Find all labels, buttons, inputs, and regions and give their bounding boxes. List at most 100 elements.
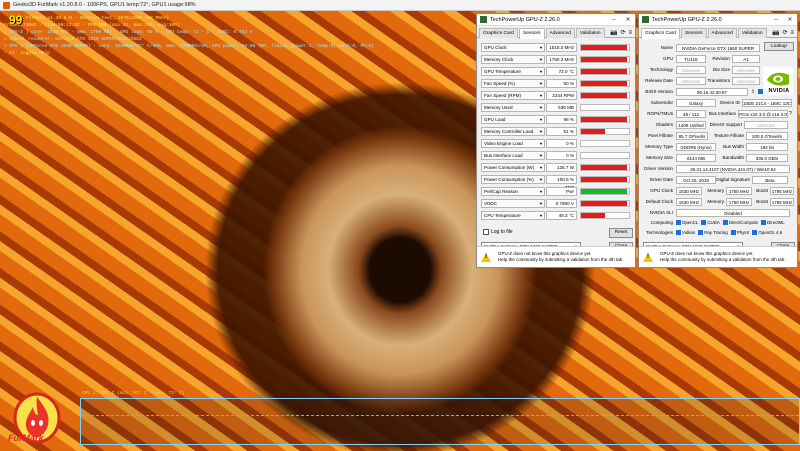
sensor-name[interactable]: Fan Speed (%) ▼ [481, 78, 545, 88]
chevron-down-icon: ▼ [539, 152, 543, 158]
camera-icon[interactable]: 📷 [772, 29, 779, 36]
chevron-down-icon: ▼ [539, 92, 543, 98]
digital-signature-label: Digital Signature [716, 177, 750, 182]
menu-icon[interactable]: ≡ [790, 30, 794, 36]
warning-icon [643, 252, 653, 262]
opengl-label: OpenGL 4.6 [758, 230, 783, 235]
info-line: > GPU 1 (GeForce GTX 1660 SUPER) - core:… [4, 44, 374, 49]
gpu-name-value: NVIDIA GeForce GTX 1660 SUPER [676, 43, 760, 52]
info-line: > OpenGL renderer: GeForce GTX 1660 SUPE… [4, 37, 142, 42]
memory-type-value: GDDR6 (Hynix) [676, 142, 716, 151]
directx-value: Unknown [744, 120, 788, 129]
sensor-row: CPU Temperature ▼ 49.3 °C [481, 210, 631, 220]
sensor-graph [580, 139, 630, 147]
sensor-row: Fan Speed (RPM) ▼ 2244 RPM [481, 90, 631, 100]
checkbox-box[interactable] [483, 229, 489, 235]
memory-size-value: 6144 MB [676, 153, 716, 162]
device-id-value: 10DE 21C4 - 1B4C 13C9 [742, 98, 792, 107]
share-icon[interactable]: ⇪ [751, 89, 755, 95]
directcompute-label: DirectCompute [728, 220, 759, 225]
sensor-graph [580, 103, 630, 111]
sensor-graph [580, 211, 630, 219]
sensor-name[interactable]: Video Engine Load ▼ [481, 138, 545, 148]
sensor-name[interactable]: GPU Load ▼ [481, 114, 545, 124]
sensor-name[interactable]: Memory Controller Load ▼ [481, 126, 545, 136]
sensor-value: 98 % [546, 114, 577, 124]
sensor-name[interactable]: Memory Used ▼ [481, 102, 545, 112]
sensor-graph [580, 199, 630, 207]
cuda-checkbox [701, 220, 707, 225]
tab-graphics-card[interactable]: Graphics Card [641, 28, 680, 39]
close-icon[interactable]: ✕ [783, 16, 797, 23]
chevron-down-icon: ▼ [539, 44, 543, 50]
reset-button[interactable]: Reset [609, 228, 633, 238]
die-size-label: Die Size [712, 67, 730, 72]
sensor-row: Memory Controller Load ▼ 51 % [481, 126, 631, 136]
device-warning: GPU-Z does not know this graphics device… [477, 246, 635, 267]
tab-sensors[interactable]: Sensors [680, 28, 707, 38]
lookup-button[interactable]: Lookup [764, 42, 794, 51]
tab-advanced[interactable]: Advanced [707, 28, 737, 38]
sensor-graph [580, 163, 630, 171]
sensor-name[interactable]: GPU Clock ▼ [481, 42, 545, 52]
nvidia-logo-text: NVIDIA [768, 88, 790, 94]
digital-signature-value: Beta [752, 175, 788, 184]
sensor-graph-fill [581, 212, 605, 218]
sensor-graph [580, 115, 630, 123]
sensor-value: 51 % [546, 126, 577, 136]
sensor-name[interactable]: Memory Clock ▼ [481, 54, 545, 64]
tab-graphics-card[interactable]: Graphics Card [479, 28, 518, 38]
sensor-graph-fill [581, 188, 627, 194]
refresh-icon[interactable]: ⟳ [782, 29, 787, 36]
ray-tracing-checkbox [698, 230, 704, 235]
driver-date-label: Driver Date [649, 177, 673, 182]
close-icon[interactable]: ✕ [621, 16, 635, 23]
sensor-name[interactable]: Fan Speed (RPM) ▼ [481, 90, 545, 100]
sensor-name[interactable]: Bus Interface Load ▼ [481, 150, 545, 160]
minimize-icon[interactable]: – [769, 17, 783, 23]
menu-icon[interactable]: ≡ [628, 30, 632, 36]
furmark-logo-text: FurMark [8, 433, 44, 443]
bus-interface-label: Bus Interface [708, 111, 736, 116]
shaders-value: 1408 Unified [676, 120, 706, 129]
furmark-titlebar[interactable]: Geeks3D FurMark v1.20.8.0 - 100FPS, GPU1… [0, 0, 800, 11]
sensor-name[interactable]: VDDC ▼ [481, 198, 545, 208]
refresh-icon[interactable]: ⟳ [620, 29, 625, 36]
gpuz-graphics-card-window: TechPowerUp GPU-Z 2.26.0 – ✕ Graphics Ca… [638, 13, 798, 268]
sensor-name[interactable]: Power Consumption (W) ▼ [481, 162, 545, 172]
sensor-value: 50 % [546, 78, 577, 88]
bandwidth-label: Bandwidth [722, 155, 744, 160]
sensor-graph [580, 151, 630, 159]
tab-bar: Graphics Card Sensors Advanced Validatio… [639, 28, 797, 39]
sensor-row: Power Consumption (W) ▼ 125.7 W [481, 162, 631, 172]
vulkan-checkbox [676, 230, 681, 235]
sensor-graph-fill [581, 80, 627, 86]
minimize-icon[interactable]: – [607, 17, 621, 23]
tab-validation[interactable]: Validation [575, 28, 605, 38]
help-icon[interactable]: ? [789, 111, 792, 117]
gpuz-card-titlebar[interactable]: TechPowerUp GPU-Z 2.26.0 – ✕ [639, 14, 797, 26]
log-to-file-label: Log to file [491, 229, 513, 235]
sensor-value: 100.6 % TDP [546, 174, 577, 190]
log-to-file-checkbox[interactable]: Log to file [483, 229, 513, 235]
sensor-name[interactable]: PerfCap Reason ▼ [481, 186, 545, 196]
shaders-label: Shaders [655, 122, 673, 127]
rops-value: 48 / 112 [676, 109, 706, 118]
boost-value: 1785 MHz [770, 186, 794, 195]
tab-advanced[interactable]: Advanced [545, 28, 575, 38]
sensor-name[interactable]: Power Consumption (%) ▼ [481, 174, 545, 184]
gpuz-sensors-titlebar[interactable]: TechPowerUp GPU-Z 2.26.0 – ✕ [477, 14, 635, 26]
chevron-down-icon: ▼ [539, 56, 543, 62]
warning-line: Help the community by submitting a valid… [498, 257, 624, 262]
sensor-name[interactable]: GPU Temperature ▼ [481, 66, 545, 76]
tab-sensors[interactable]: Sensors [518, 28, 545, 39]
camera-icon[interactable]: 📷 [610, 29, 617, 36]
gpuz-app-icon [480, 16, 487, 23]
device-warning: GPU-Z does not know this graphics device… [639, 246, 797, 267]
furmark-title: Geeks3D FurMark v1.20.8.0 - 100FPS, GPU1… [13, 2, 196, 8]
sensor-name[interactable]: CPU Temperature ▼ [481, 210, 545, 220]
sensor-value: 536 MB [546, 102, 577, 112]
tab-validation[interactable]: Validation [737, 28, 767, 38]
sensor-row: VDDC ▼ 0.7680 V [481, 198, 631, 208]
bus-width-value: 192 bit [746, 142, 788, 151]
